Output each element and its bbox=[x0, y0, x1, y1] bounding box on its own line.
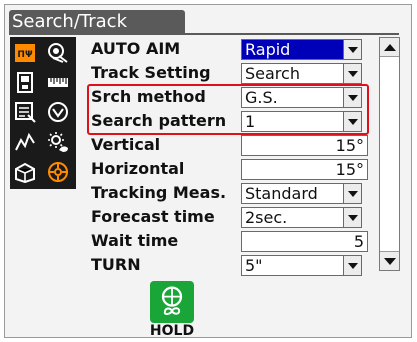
auto-aim-label: AUTO AIM bbox=[91, 39, 181, 58]
data-card-icon[interactable] bbox=[13, 71, 37, 95]
target-search-icon[interactable] bbox=[46, 160, 70, 184]
tracking-meas-select[interactable]: Standard bbox=[241, 183, 362, 204]
track-setting-select[interactable]: Search bbox=[241, 63, 362, 84]
measure-mode-icon[interactable]: ΠΨ bbox=[13, 41, 37, 65]
document-icon[interactable] bbox=[13, 100, 37, 124]
chevron-down-icon[interactable] bbox=[343, 112, 361, 131]
tracking-meas-label: Tracking Meas. bbox=[91, 183, 227, 202]
icon-toolbar: ΠΨ bbox=[10, 37, 76, 189]
auto-aim-value: Rapid bbox=[245, 40, 291, 59]
horizontal-label: Horizontal bbox=[91, 159, 185, 178]
forecast-time-label: Forecast time bbox=[91, 207, 215, 226]
scrollbar[interactable] bbox=[379, 37, 400, 271]
title-divider bbox=[9, 33, 399, 35]
scroll-up-icon[interactable] bbox=[380, 38, 399, 57]
wait-time-field[interactable]: 5 bbox=[241, 231, 368, 252]
scroll-down-icon[interactable] bbox=[380, 251, 399, 270]
graph-icon[interactable] bbox=[13, 130, 37, 154]
vertical-label: Vertical bbox=[91, 135, 161, 154]
track-setting-value: Search bbox=[245, 64, 300, 83]
srch-method-value: G.S. bbox=[245, 88, 278, 107]
turn-label: TURN bbox=[91, 255, 141, 274]
search-pattern-label: Search pattern bbox=[91, 111, 227, 130]
track-setting-label: Track Setting bbox=[91, 63, 211, 82]
horizontal-field[interactable]: 15° bbox=[241, 159, 368, 180]
target-hold-icon bbox=[161, 286, 183, 315]
ruler-icon[interactable] bbox=[46, 71, 70, 95]
search-pattern-select[interactable]: 1 bbox=[241, 111, 362, 132]
box-icon[interactable] bbox=[13, 160, 37, 184]
search-pattern-value: 1 bbox=[245, 112, 256, 131]
window-title: Search/Track bbox=[9, 10, 185, 34]
turn-select[interactable]: 5" bbox=[241, 255, 362, 276]
sun-icon[interactable] bbox=[46, 130, 70, 154]
srch-method-select[interactable]: G.S. bbox=[241, 87, 362, 108]
svg-text:ΠΨ: ΠΨ bbox=[17, 50, 33, 60]
vertical-field[interactable]: 15° bbox=[241, 135, 368, 156]
tracking-meas-value: Standard bbox=[245, 184, 318, 203]
prism-target-icon[interactable] bbox=[46, 41, 70, 65]
forecast-time-value: 2sec. bbox=[245, 208, 288, 227]
chevron-down-icon[interactable] bbox=[343, 256, 361, 275]
auto-aim-select[interactable]: Rapid bbox=[241, 39, 362, 60]
tilt-icon[interactable] bbox=[46, 100, 70, 124]
chevron-down-icon[interactable] bbox=[343, 40, 361, 59]
hold-button[interactable] bbox=[150, 281, 194, 323]
hold-label: HOLD bbox=[149, 323, 195, 339]
chevron-down-icon[interactable] bbox=[343, 184, 361, 203]
turn-value: 5" bbox=[245, 256, 263, 275]
chevron-down-icon[interactable] bbox=[343, 208, 361, 227]
chevron-down-icon[interactable] bbox=[343, 64, 361, 83]
srch-method-label: Srch method bbox=[91, 87, 206, 106]
wait-time-label: Wait time bbox=[91, 231, 179, 250]
chevron-down-icon[interactable] bbox=[343, 88, 361, 107]
forecast-time-select[interactable]: 2sec. bbox=[241, 207, 362, 228]
